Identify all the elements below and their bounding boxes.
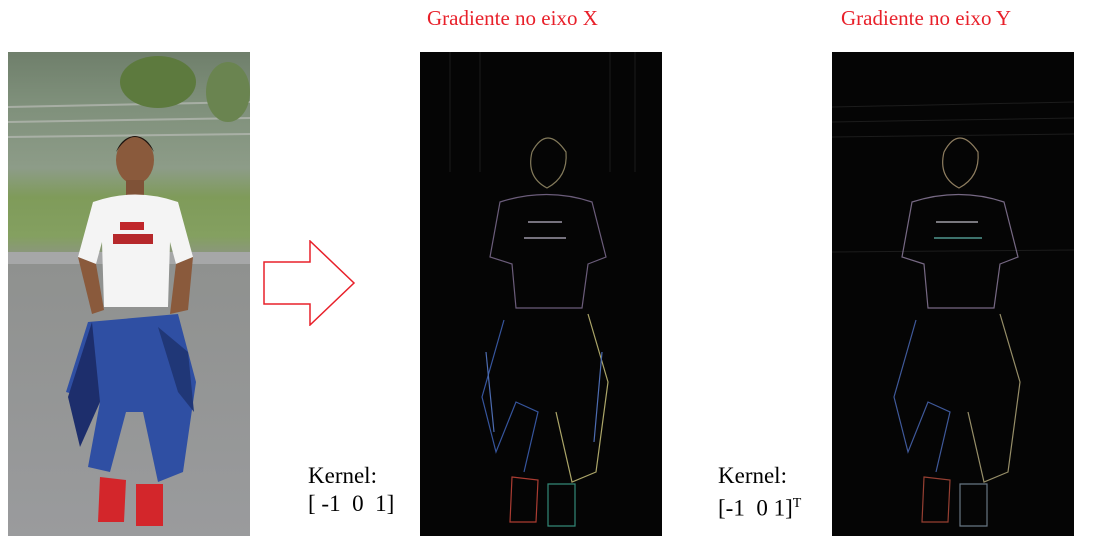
gradient-y-drawing: [832, 101, 1074, 527]
kernel-y-title: Kernel:: [718, 463, 787, 488]
gradient-y-image: [832, 52, 1074, 536]
kernel-x-title: Kernel:: [308, 463, 377, 488]
kernel-y-label: Kernel: [-1 0 1]T: [718, 462, 801, 523]
kernel-y-matrix-row: [-1 0 1]T: [718, 490, 801, 523]
original-photo: [8, 52, 250, 536]
right-arrow-icon: [263, 240, 356, 326]
gradient-x-drawing: [449, 52, 636, 527]
kernel-x-matrix: [ -1 0 1]: [308, 491, 395, 516]
original-photo-drawing: [8, 56, 250, 526]
gradient-y-title: Gradiente no eixo Y: [841, 6, 1012, 30]
gradient-x-image: [420, 52, 662, 536]
kernel-y-matrix: [-1 0 1]: [718, 495, 793, 521]
kernel-x-label: Kernel: [ -1 0 1]: [308, 462, 394, 518]
gradient-x-title: Gradiente no eixo X: [427, 6, 598, 30]
kernel-y-transpose: T: [792, 496, 802, 511]
